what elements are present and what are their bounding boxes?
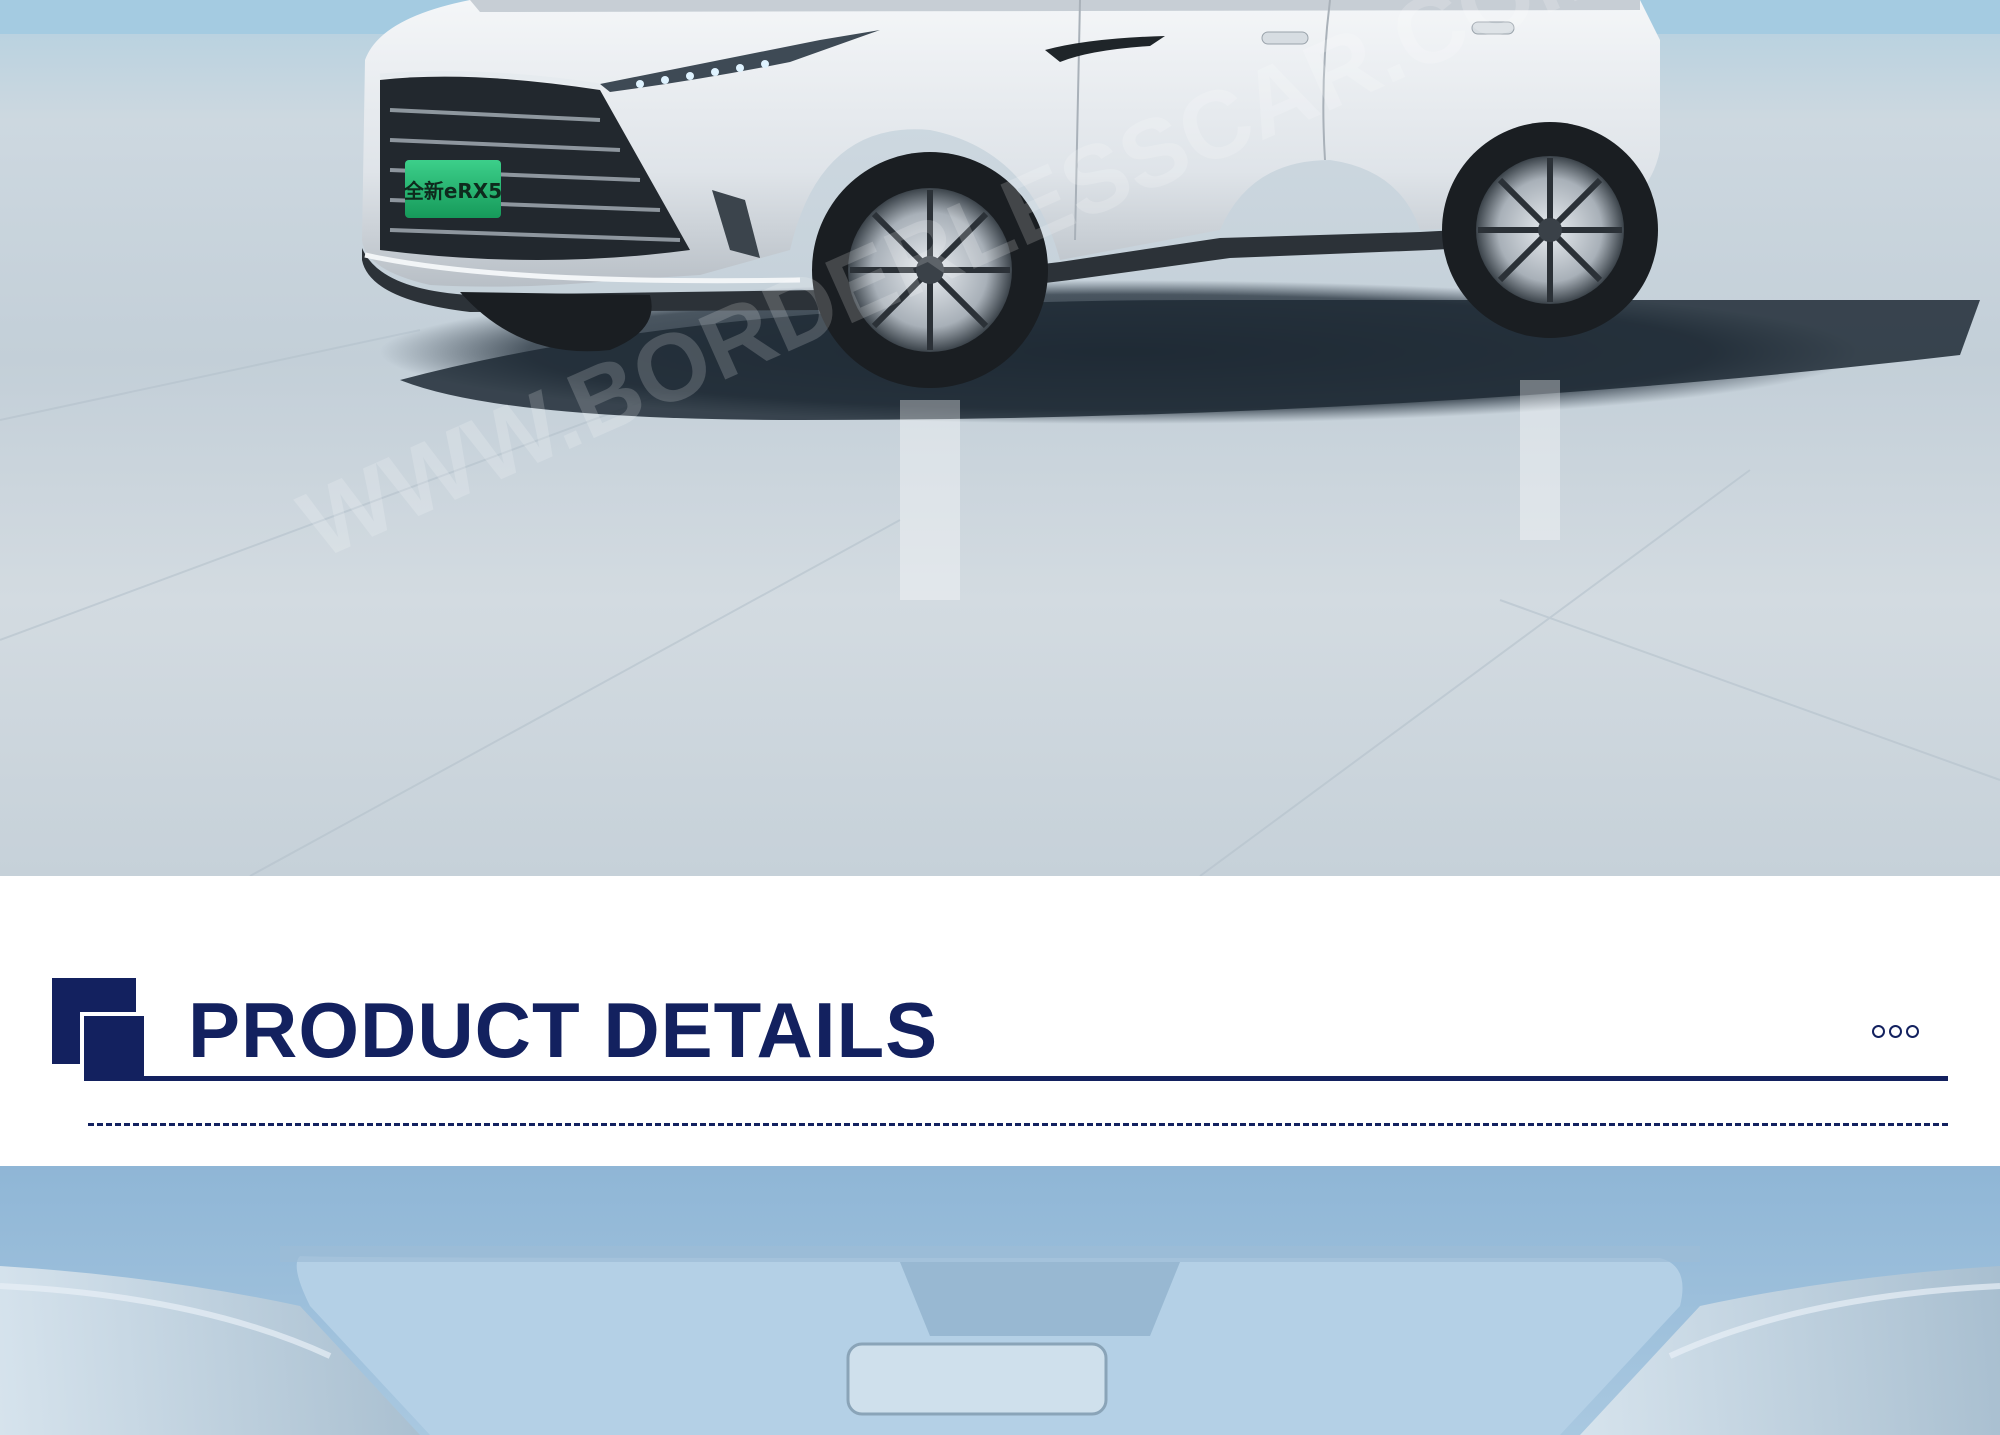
car-front-image: 全新eRX5 WWW.BORDERLESSCAR.COM <box>0 0 2000 876</box>
car-illustration: 全新eRX5 WWW.BORDERLESSCAR.COM <box>0 0 2000 876</box>
three-circles-icon <box>1872 1016 1928 1046</box>
heading-underline <box>84 1076 1948 1081</box>
heading-square-front <box>84 1016 144 1080</box>
plate-text: 全新eRX5 <box>403 179 502 203</box>
circle-icon <box>1872 1024 1885 1038</box>
section-title: PRODUCT DETAILS <box>188 986 939 1074</box>
circle-icon <box>1906 1024 1919 1038</box>
interior-illustration <box>0 1166 2000 1435</box>
rearview-mirror <box>846 1342 1108 1416</box>
car-interior-image <box>0 1166 2000 1435</box>
circle-icon <box>1889 1024 1902 1038</box>
dotted-divider <box>88 1123 1948 1126</box>
